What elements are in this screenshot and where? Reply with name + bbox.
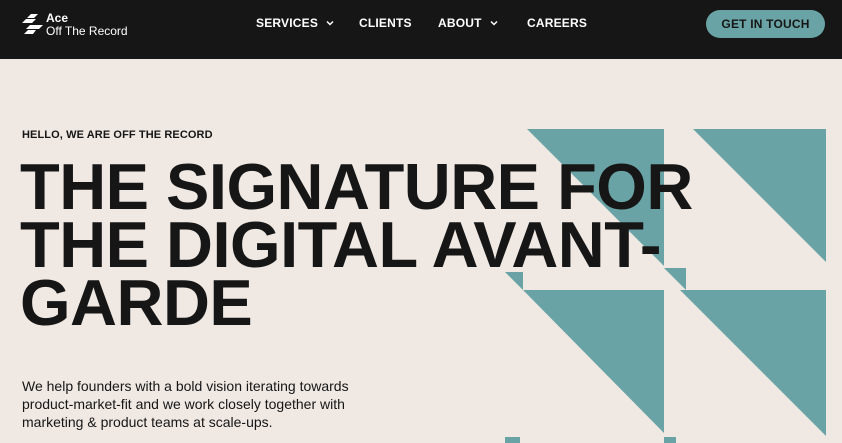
chevron-down-icon (490, 20, 498, 26)
brand-tagline: Off The Record (46, 24, 128, 38)
ace-logo-icon (22, 14, 43, 34)
nav-item-label: CLIENTS (359, 16, 412, 30)
nav-item-services[interactable]: SERVICES (256, 16, 334, 30)
triangle-shape (664, 437, 676, 443)
intro-line: We help founders with a bold vision iter… (22, 378, 349, 394)
headline-line: GARDE (20, 266, 253, 339)
intro-line: marketing & product teams at scale-ups. (22, 414, 273, 430)
chevron-down-icon (326, 20, 334, 26)
top-navigation-bar: Ace Off The Record SERVICES CLIENTS ABOU… (0, 0, 842, 59)
nav-item-label: ABOUT (438, 16, 482, 30)
hero-eyebrow: HELLO, WE ARE OFF THE RECORD (22, 129, 213, 141)
nav-item-label: SERVICES (256, 16, 319, 30)
nav-item-about[interactable]: ABOUT (438, 16, 498, 30)
intro-line: product-market-fit and we work closely t… (22, 396, 345, 412)
get-in-touch-button[interactable]: GET IN TOUCH (706, 10, 825, 38)
brand-logo[interactable]: Ace Off The Record (22, 12, 128, 38)
hero-intro-text: We help founders with a bold vision iter… (22, 377, 352, 431)
hero-headline: THE SIGNATURE FOR THE DIGITAL AVANT- GAR… (20, 154, 720, 335)
nav-item-careers[interactable]: CAREERS (527, 16, 587, 30)
triangle-shape (505, 437, 520, 443)
brand-wordmark: Ace Off The Record (46, 12, 128, 38)
nav-item-clients[interactable]: CLIENTS (359, 16, 412, 30)
nav-item-label: CAREERS (527, 16, 588, 30)
